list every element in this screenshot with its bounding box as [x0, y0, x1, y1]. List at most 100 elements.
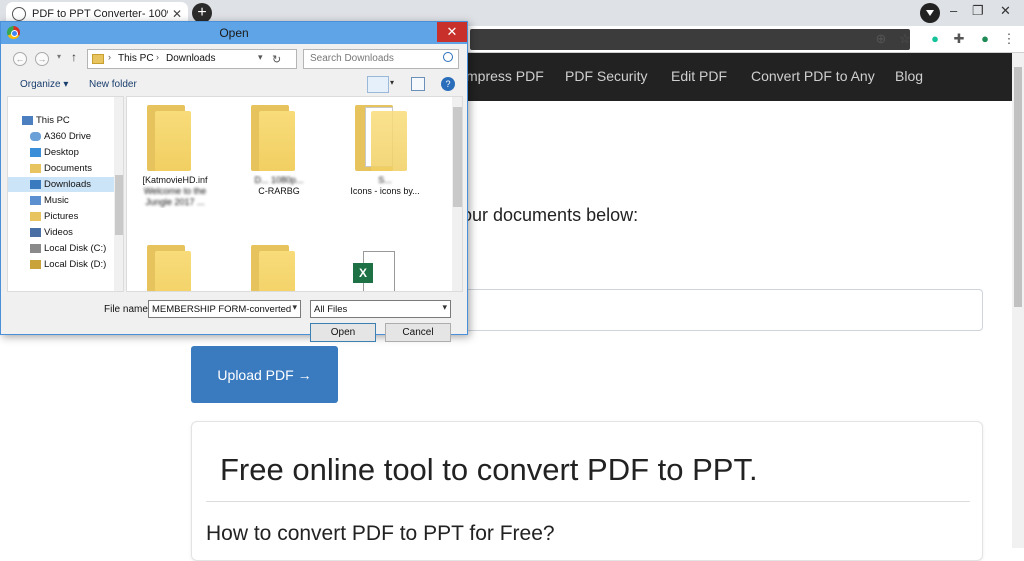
- card-divider: [206, 501, 970, 502]
- view-options-chevron-icon[interactable]: ▾: [390, 78, 394, 87]
- dialog-command-bar: Organize ▾ New folder ▾ ?: [1, 74, 467, 96]
- info-card: Free online tool to convert PDF to PPT. …: [191, 421, 983, 561]
- back-arrow-icon[interactable]: ←: [13, 52, 27, 66]
- file-name-line: C-RARBG: [258, 186, 300, 196]
- downloads-folder-icon: [92, 54, 104, 64]
- file-name-line: Icons - icons by...: [350, 186, 420, 196]
- restore-window-button[interactable]: ❐: [972, 3, 984, 19]
- new-tab-button[interactable]: +: [192, 3, 212, 23]
- dialog-navigation-pane: This PC A360 Drive Desktop Documents Dow…: [7, 96, 124, 292]
- upload-instruction: our documents below:: [462, 205, 639, 225]
- navigation-pane-scroll-thumb[interactable]: [115, 175, 123, 235]
- change-view-icon[interactable]: [367, 76, 389, 93]
- file-name-line: D... 1080p...: [254, 175, 304, 185]
- file-name-line: Welcome to the: [143, 186, 207, 196]
- breadcrumb-chevron-icon: ›: [108, 52, 111, 62]
- address-dropdown-icon[interactable]: ▾: [258, 52, 263, 63]
- nav-pdf-security[interactable]: PDF Security: [565, 68, 647, 84]
- open-file-dialog: Open ✕ ← → ▾ ↑ › This PC › Downloads ▾ ↻…: [0, 21, 468, 342]
- zoom-icon[interactable]: ⊕: [872, 30, 890, 48]
- file-name-line: [KatmovieHD.inf: [142, 175, 208, 185]
- forward-arrow-icon[interactable]: →: [35, 52, 49, 66]
- nav-edit-pdf[interactable]: Edit PDF: [671, 68, 727, 84]
- dialog-navigation-bar: ← → ▾ ↑ › This PC › Downloads ▾ ↻ Search…: [1, 44, 467, 74]
- videos-icon: [30, 228, 41, 237]
- extensions-puzzle-icon[interactable]: ✚: [950, 30, 968, 48]
- nav-convert-pdf-to-any[interactable]: Convert PDF to Any: [751, 68, 875, 84]
- nav-compress-pdf[interactable]: mpress PDF: [466, 68, 544, 84]
- file-item-label[interactable]: S... Icons - icons by...: [339, 175, 431, 197]
- tree-item-documents[interactable]: Documents: [8, 161, 114, 176]
- card-subtitle: How to convert PDF to PPT for Free?: [206, 522, 555, 545]
- tree-item-this-pc[interactable]: This PC: [8, 113, 114, 128]
- folder-icon[interactable]: [251, 105, 295, 171]
- dialog-close-button[interactable]: ✕: [437, 22, 467, 42]
- folder-icon[interactable]: [147, 105, 191, 171]
- minimize-window-button[interactable]: –: [950, 3, 957, 18]
- file-list-scroll-thumb[interactable]: [453, 107, 462, 207]
- tree-item-music[interactable]: Music: [8, 193, 114, 208]
- page-scrollbar[interactable]: [1012, 53, 1024, 548]
- dialog-file-list: [KatmovieHD.inf Welcome to the Jungle 20…: [126, 96, 463, 292]
- chevron-down-icon[interactable]: ▾: [292, 302, 297, 313]
- up-arrow-icon[interactable]: ↑: [71, 50, 77, 64]
- bookmark-star-icon[interactable]: ☆: [896, 30, 914, 48]
- dialog-search-input[interactable]: Search Downloads: [303, 49, 459, 69]
- breadcrumb-downloads[interactable]: Downloads: [166, 53, 215, 64]
- tab-title: PDF to PPT Converter- 100% Free: [32, 8, 168, 20]
- close-tab-icon[interactable]: ✕: [172, 7, 182, 21]
- upload-favicon-icon: [12, 7, 26, 21]
- open-button[interactable]: Open: [310, 323, 376, 342]
- disk-icon: [30, 260, 41, 269]
- file-item-label[interactable]: D... 1080p... C-RARBG: [233, 175, 325, 197]
- navigation-pane-scrollbar[interactable]: [114, 97, 123, 291]
- page-scroll-thumb[interactable]: [1014, 67, 1022, 307]
- tree-item-label: Music: [44, 195, 69, 206]
- tree-item-label: Local Disk (D:): [44, 259, 107, 270]
- tree-item-pictures[interactable]: Pictures: [8, 209, 114, 224]
- refresh-icon[interactable]: ↻: [272, 53, 281, 66]
- dialog-titlebar[interactable]: Open ✕: [1, 22, 467, 44]
- tree-item-downloads[interactable]: Downloads: [8, 177, 114, 192]
- cancel-button[interactable]: Cancel: [385, 323, 451, 342]
- grammarly-extension-icon[interactable]: ●: [926, 30, 944, 48]
- tree-item-local-disk-d[interactable]: Local Disk (D:): [8, 257, 114, 272]
- tree-item-videos[interactable]: Videos: [8, 225, 114, 240]
- file-type-select[interactable]: All Files ▾: [310, 300, 451, 318]
- help-icon[interactable]: ?: [441, 77, 455, 91]
- tree-item-label: Pictures: [44, 211, 79, 222]
- card-title: Free online tool to convert PDF to PPT.: [220, 452, 758, 487]
- close-window-button[interactable]: ✕: [1000, 3, 1011, 19]
- music-icon: [30, 196, 41, 205]
- address-bar[interactable]: [470, 29, 910, 50]
- tree-item-label: Videos: [44, 227, 73, 238]
- folder-icon[interactable]: [147, 245, 191, 291]
- nav-blog[interactable]: Blog: [895, 68, 923, 84]
- file-type-value: All Files: [314, 304, 348, 315]
- tree-item-local-disk-c[interactable]: Local Disk (C:): [8, 241, 114, 256]
- file-name-value: MEMBERSHIP FORM-converted: [152, 304, 292, 315]
- profile-avatar-icon[interactable]: ●: [976, 30, 994, 48]
- file-item-label[interactable]: [KatmovieHD.inf Welcome to the Jungle 20…: [129, 175, 221, 208]
- new-folder-button[interactable]: New folder: [89, 79, 137, 90]
- browser-menu-icon[interactable]: ⋮: [1000, 30, 1018, 48]
- recent-chevron-icon[interactable]: ▾: [57, 52, 61, 61]
- tree-item-a360-drive[interactable]: A360 Drive: [8, 129, 114, 144]
- upload-pdf-button[interactable]: Upload PDF →: [191, 346, 338, 403]
- tree-item-label: This PC: [36, 115, 70, 126]
- file-name-input[interactable]: MEMBERSHIP FORM-converted ▾: [148, 300, 301, 318]
- tree-item-label: Documents: [44, 163, 93, 174]
- breadcrumb-this-pc[interactable]: This PC: [118, 53, 154, 64]
- preview-pane-icon[interactable]: [411, 77, 425, 91]
- dialog-address-bar[interactable]: › This PC › Downloads ▾ ↻: [87, 49, 297, 69]
- disk-icon: [30, 244, 41, 253]
- chevron-down-icon[interactable]: ▾: [442, 302, 447, 313]
- tree-item-desktop[interactable]: Desktop: [8, 145, 114, 160]
- folder-with-files-icon[interactable]: [355, 105, 407, 171]
- organize-menu[interactable]: Organize ▾: [20, 79, 68, 90]
- tree-item-label: A360 Drive: [44, 131, 91, 142]
- excel-file-icon[interactable]: X: [353, 251, 395, 291]
- download-status-icon[interactable]: [920, 3, 940, 23]
- folder-icon[interactable]: [251, 245, 295, 291]
- file-list-scrollbar[interactable]: [452, 97, 462, 291]
